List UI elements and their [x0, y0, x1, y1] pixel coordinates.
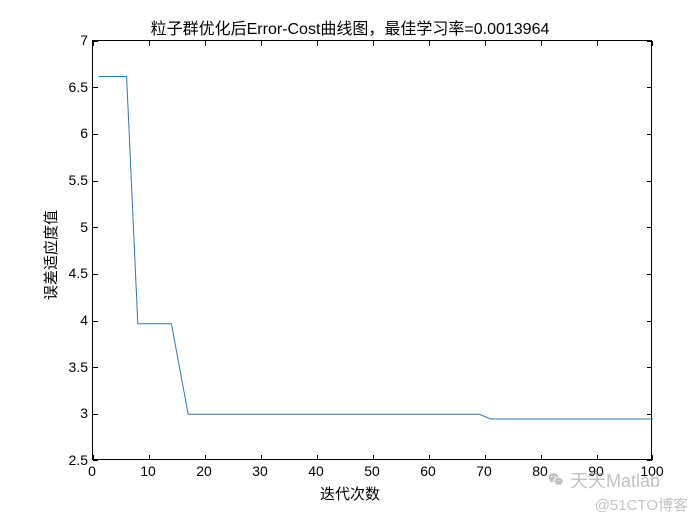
watermark-primary: 天天Matlab [546, 467, 660, 493]
y-tick-label: 6 [60, 125, 88, 141]
chart-line [93, 41, 653, 461]
x-tick-label: 60 [420, 463, 436, 479]
y-tick-label: 3.5 [60, 359, 88, 375]
x-tick-label: 40 [308, 463, 324, 479]
y-tick-label: 4.5 [60, 265, 88, 281]
x-tick-label: 70 [476, 463, 492, 479]
x-tick-label: 30 [252, 463, 268, 479]
y-tick-label: 2.5 [60, 452, 88, 468]
y-axis-label: 误差适应度值 [40, 210, 61, 300]
watermark-primary-text: 天天Matlab [570, 467, 660, 493]
watermark-secondary: @51CTO博客 [595, 494, 688, 515]
x-tick-label: 50 [364, 463, 380, 479]
x-tick-label: 10 [140, 463, 156, 479]
x-tick-label: 0 [88, 463, 96, 479]
x-tick-label: 20 [196, 463, 212, 479]
y-tick-label: 7 [60, 32, 88, 48]
chart-title: 粒子群优化后Error-Cost曲线图，最佳学习率=0.0013964 [0, 15, 700, 39]
y-tick-label: 3 [60, 405, 88, 421]
plot-area [92, 40, 652, 460]
y-tick-label: 6.5 [60, 79, 88, 95]
y-tick-label: 5 [60, 219, 88, 235]
y-tick-label: 5.5 [60, 172, 88, 188]
wechat-icon [546, 471, 566, 489]
y-tick-label: 4 [60, 312, 88, 328]
